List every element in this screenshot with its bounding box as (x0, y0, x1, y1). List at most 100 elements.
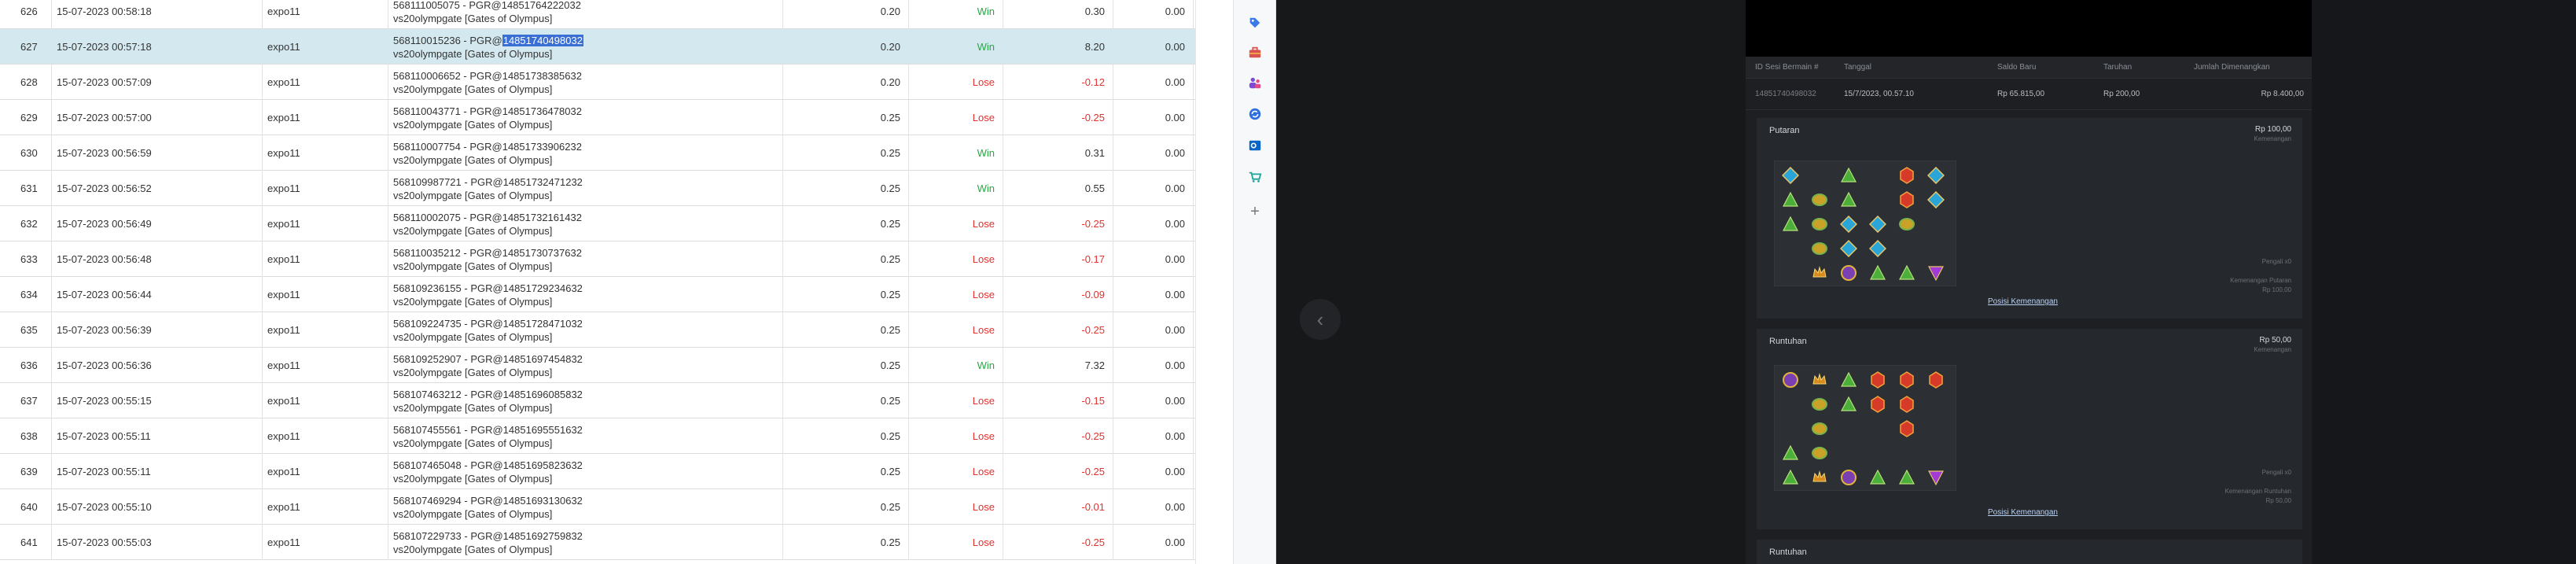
row-description: 568109987721 - PGR@14851732471232 vs20oly… (388, 171, 783, 206)
slot-symbol-icon (1925, 164, 1947, 186)
table-row[interactable]: 627 15-07-2023 00:57:18 expo11 568110015236… (0, 29, 1195, 65)
table-row[interactable]: 631 15-07-2023 00:56:52 expo11 568109987721… (0, 171, 1195, 206)
slot-symbol-icon (1925, 189, 1947, 211)
section-title: Runtuhan (1769, 547, 1807, 557)
row-date: 15-07-2023 00:57:18 (52, 29, 263, 65)
row-bet: 0.25 (783, 418, 909, 454)
row-description: 568109224735 - PGR@14851728471032 vs20oly… (388, 312, 783, 348)
slot-symbol-icon (1838, 369, 1860, 391)
row-number: 626 (0, 0, 52, 29)
section-title: Runtuhan (1769, 337, 1807, 346)
row-description-id-text: 568109236155 - PGR@14851729234632 (393, 282, 583, 294)
row-description-game: vs20olympgate [Gates of Olympus] (393, 401, 553, 414)
row-balance: 0.00 (1113, 418, 1194, 454)
slot-symbol-icon (1896, 418, 1918, 440)
table-row[interactable]: 634 15-07-2023 00:56:44 expo11 568109236155… (0, 277, 1195, 312)
row-user: expo11 (263, 418, 388, 454)
row-description-game: vs20olympgate [Gates of Olympus] (393, 260, 553, 272)
toolbox-icon[interactable] (1246, 44, 1264, 61)
row-description-id: 568109224735 - PGR@14851728471032 (393, 317, 583, 330)
row-date: 15-07-2023 00:55:15 (52, 383, 263, 418)
row-description: 568107469294 - PGR@14851693130632 vs20oly… (388, 489, 783, 525)
row-description-id-text: 568110002075 - PGR@14851732161432 (393, 211, 582, 223)
row-result: Lose (909, 65, 1003, 100)
table-row[interactable]: 626 15-07-2023 00:58:18 expo11 568111005075… (0, 0, 1195, 29)
table-row[interactable]: 628 15-07-2023 00:57:09 expo11 568110006652… (0, 65, 1195, 100)
sync-icon[interactable] (1246, 105, 1264, 123)
row-win-amount: -0.25 (1003, 206, 1113, 241)
row-user: expo11 (263, 0, 388, 29)
table-row[interactable]: 636 15-07-2023 00:56:36 expo11 568109252907… (0, 348, 1195, 383)
table-row[interactable]: 641 15-07-2023 00:55:03 expo11 568107229733… (0, 525, 1195, 560)
selected-text: 14851740498032 (502, 34, 583, 46)
row-description: 568107455561 - PGR@14851695551632 vs20oly… (388, 418, 783, 454)
outlook-icon[interactable] (1246, 137, 1264, 154)
row-result: Win (909, 0, 1003, 29)
row-date: 15-07-2023 00:56:44 (52, 277, 263, 312)
table-row[interactable]: 630 15-07-2023 00:56:59 expo11 568110007754… (0, 135, 1195, 171)
row-balance: 0.00 (1113, 206, 1194, 241)
section-amount: Rp 50,00 (2259, 336, 2291, 345)
table-row[interactable]: 633 15-07-2023 00:56:48 expo11 568110035212… (0, 241, 1195, 277)
row-result: Win (909, 135, 1003, 171)
row-description: 568110006652 - PGR@14851738385632 vs20oly… (388, 65, 783, 100)
cart-icon[interactable] (1246, 168, 1264, 186)
row-date: 15-07-2023 00:56:36 (52, 348, 263, 383)
header-bet: Taruhan (2103, 63, 2133, 72)
table-row[interactable]: 632 15-07-2023 00:56:49 expo11 568110002075… (0, 206, 1195, 241)
row-bet: 0.25 (783, 348, 909, 383)
row-date: 15-07-2023 00:58:18 (52, 0, 263, 29)
row-description-game: vs20olympgate [Gates of Olympus] (393, 83, 553, 95)
table-row[interactable]: 635 15-07-2023 00:56:39 expo11 568109224735… (0, 312, 1195, 348)
slot-symbol-icon (1867, 262, 1889, 284)
row-description: 568107463212 - PGR@14851696085832 vs20oly… (388, 383, 783, 418)
row-user: expo11 (263, 29, 388, 65)
row-date: 15-07-2023 00:57:00 (52, 100, 263, 135)
info-bet: Rp 200,00 (2103, 90, 2140, 98)
row-number: 627 (0, 29, 52, 65)
row-result: Lose (909, 312, 1003, 348)
row-user: expo11 (263, 65, 388, 100)
row-bet: 0.20 (783, 29, 909, 65)
slot-symbol-icon (1838, 213, 1860, 235)
row-description: 568110035212 - PGR@14851730737632 vs20oly… (388, 241, 783, 277)
row-bet: 0.25 (783, 454, 909, 489)
row-description-id: 568107465048 - PGR@14851695823632 (393, 459, 583, 472)
row-bet: 0.25 (783, 312, 909, 348)
winning-positions-link[interactable]: Posisi Kemenangan (1988, 297, 2058, 306)
row-bet: 0.25 (783, 383, 909, 418)
people-icon[interactable] (1246, 74, 1264, 91)
row-balance: 0.00 (1113, 135, 1194, 171)
previous-arrow-icon[interactable]: ‹ (1300, 299, 1341, 340)
row-win-amount: -0.25 (1003, 312, 1113, 348)
table-row[interactable]: 638 15-07-2023 00:55:11 expo11 568107455561… (0, 418, 1195, 454)
slot-symbol-icon (1867, 238, 1889, 260)
slot-symbol-icon (1867, 213, 1889, 235)
table-row[interactable]: 640 15-07-2023 00:55:10 expo11 568107469294… (0, 489, 1195, 525)
table-row[interactable]: 629 15-07-2023 00:57:00 expo11 568110043771… (0, 100, 1195, 135)
slot-symbol-icon (1779, 189, 1801, 211)
tag-icon[interactable] (1246, 14, 1264, 31)
slot-symbol-icon (1925, 262, 1947, 284)
table-row[interactable]: 639 15-07-2023 00:55:11 expo11 568107465048… (0, 454, 1195, 489)
row-win-amount: 8.20 (1003, 29, 1113, 65)
row-description-game: vs20olympgate [Gates of Olympus] (393, 295, 553, 308)
slot-symbol-icon (1896, 213, 1918, 235)
row-balance: 0.00 (1113, 29, 1194, 65)
row-description-game: vs20olympgate [Gates of Olympus] (393, 47, 553, 60)
plus-icon[interactable]: + (1246, 203, 1264, 220)
row-result: Lose (909, 206, 1003, 241)
table-row[interactable]: 637 15-07-2023 00:55:15 expo11 568107463212… (0, 383, 1195, 418)
row-description: 568110007754 - PGR@14851733906232 vs20oly… (388, 135, 783, 171)
row-description-id: 568107463212 - PGR@14851696085832 (393, 388, 583, 401)
winning-positions-link[interactable]: Posisi Kemenangan (1988, 508, 2058, 517)
slot-symbol-icon (1809, 466, 1831, 488)
row-number: 637 (0, 383, 52, 418)
row-description-id-text: 568110043771 - PGR@14851736478032 (393, 105, 582, 117)
row-user: expo11 (263, 100, 388, 135)
row-balance: 0.00 (1113, 241, 1194, 277)
row-description-game: vs20olympgate [Gates of Olympus] (393, 543, 553, 555)
row-win-amount: -0.25 (1003, 454, 1113, 489)
row-number: 628 (0, 65, 52, 100)
info-balance: Rp 65.815,00 (1997, 90, 2045, 98)
